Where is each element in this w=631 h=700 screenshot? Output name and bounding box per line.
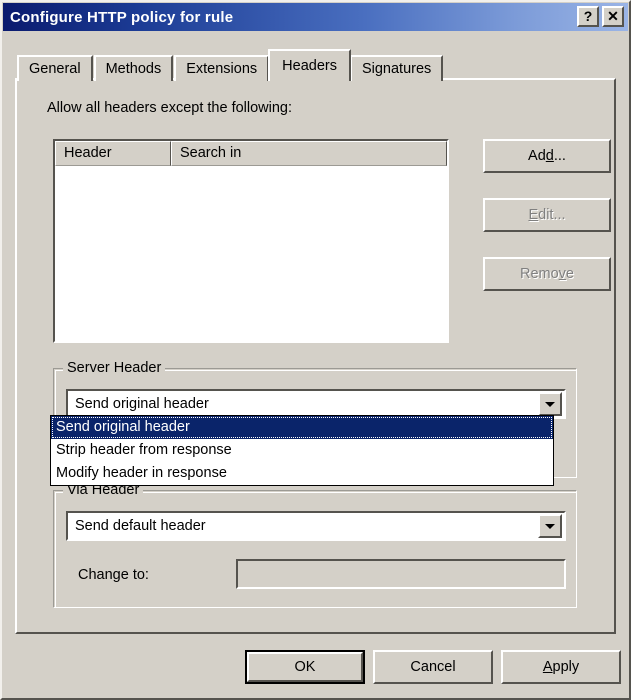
tab-strip: General Methods Extensions Headers Signa…	[17, 49, 444, 81]
title-bar[interactable]: Configure HTTP policy for rule ? ✕	[3, 3, 628, 31]
window-title: Configure HTTP policy for rule	[10, 8, 234, 26]
headers-tab-panel: Allow all headers except the following: …	[15, 78, 616, 634]
tab-general-label: General	[29, 61, 81, 77]
tab-extensions-label: Extensions	[186, 61, 258, 77]
tab-methods[interactable]: Methods	[93, 55, 174, 81]
column-header-header[interactable]: Header	[55, 141, 171, 166]
remove-button-label: Remove	[519, 266, 574, 282]
dropdown-option-strip-header-from-response[interactable]: Strip header from response	[51, 439, 553, 462]
ok-button[interactable]: OK	[245, 650, 365, 684]
ok-button-label: OK	[247, 652, 363, 682]
tab-signatures[interactable]: Signatures	[349, 55, 444, 81]
server-header-group-title: Server Header	[63, 360, 166, 376]
chevron-down-icon[interactable]	[538, 514, 562, 538]
via-header-group: Via Header Send default header Change to…	[53, 482, 577, 608]
allow-headers-label: Allow all headers except the following:	[47, 100, 293, 116]
edit-button[interactable]: Edit...	[483, 198, 611, 232]
configure-http-policy-dialog: Configure HTTP policy for rule ? ✕ Gener…	[0, 0, 631, 700]
via-header-combobox[interactable]: Send default header	[66, 511, 566, 541]
cancel-button[interactable]: Cancel	[373, 650, 493, 684]
remove-button[interactable]: Remove	[483, 257, 611, 291]
add-button-label: Add...	[528, 148, 566, 164]
headers-list[interactable]: Header Search in	[53, 139, 449, 343]
edit-button-label: Edit...	[528, 207, 566, 223]
tab-signatures-label: Signatures	[361, 61, 432, 77]
headers-list-header-row: Header Search in	[55, 141, 447, 166]
change-to-input[interactable]	[236, 559, 566, 589]
apply-button-label: Apply	[542, 659, 580, 675]
add-button[interactable]: Add...	[483, 139, 611, 173]
titlebar-button-group: ? ✕	[577, 6, 624, 27]
chevron-down-icon[interactable]	[538, 392, 562, 416]
help-icon[interactable]: ?	[577, 6, 599, 27]
server-header-dropdown-list[interactable]: Send original header Strip header from r…	[50, 415, 554, 486]
headers-list-body[interactable]	[55, 166, 447, 341]
tab-general[interactable]: General	[17, 55, 93, 81]
tab-headers-label: Headers	[282, 58, 337, 74]
change-to-label: Change to:	[78, 567, 149, 583]
apply-button[interactable]: Apply	[501, 650, 621, 684]
tab-methods-label: Methods	[105, 61, 162, 77]
tab-extensions[interactable]: Extensions	[174, 55, 270, 81]
tab-headers[interactable]: Headers	[268, 49, 351, 81]
dropdown-option-modify-header-in-response[interactable]: Modify header in response	[51, 462, 553, 485]
column-header-search-in[interactable]: Search in	[171, 141, 447, 166]
dropdown-option-send-original-header[interactable]: Send original header	[51, 416, 553, 439]
cancel-button-label: Cancel	[410, 659, 456, 675]
server-header-selected-value: Send original header	[75, 396, 209, 412]
via-header-selected-value: Send default header	[75, 518, 206, 534]
close-icon[interactable]: ✕	[602, 6, 624, 27]
